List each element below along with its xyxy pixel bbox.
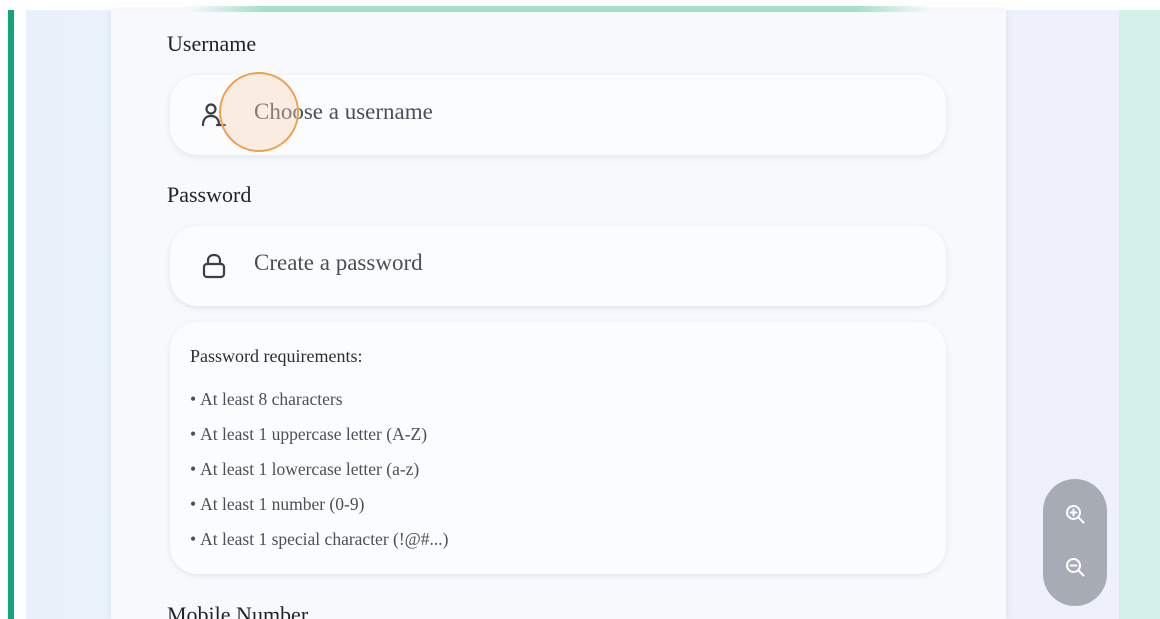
- requirements-title: Password requirements:: [190, 346, 363, 366]
- requirements-list: At least 8 characters At least 1 upperca…: [190, 388, 449, 563]
- left-accent-bar: [8, 10, 14, 619]
- requirement-item: At least 1 special character (!@#...): [190, 528, 448, 563]
- password-label: Password: [167, 182, 252, 207]
- password-input[interactable]: Create a password: [254, 250, 423, 276]
- zoom-in-icon: [1064, 503, 1086, 530]
- lock-icon: [200, 252, 228, 280]
- zoom-out-button[interactable]: [1055, 549, 1095, 589]
- card-top-accent: [188, 6, 930, 12]
- password-field[interactable]: Create a password: [170, 226, 946, 306]
- user-icon: [200, 101, 228, 129]
- requirement-item: At least 1 number (0-9): [190, 493, 449, 528]
- username-field[interactable]: Choose a username: [170, 75, 946, 155]
- zoom-in-button[interactable]: [1055, 496, 1095, 536]
- right-sidebar-strip: [1119, 10, 1160, 619]
- username-label: Username: [167, 31, 257, 56]
- zoom-control: [1043, 479, 1107, 606]
- requirement-item: At least 8 characters: [190, 388, 449, 423]
- app-window: Username Choose a username Password Crea…: [0, 0, 1160, 619]
- requirement-item: At least 1 lowercase letter (a-z): [190, 458, 449, 493]
- mobile-number-label: Mobile Number: [167, 602, 309, 619]
- password-requirements-box: Password requirements: At least 8 charac…: [170, 322, 946, 574]
- requirement-item: At least 1 uppercase letter (A-Z): [190, 423, 449, 458]
- username-input[interactable]: Choose a username: [254, 99, 433, 125]
- zoom-out-icon: [1064, 556, 1086, 583]
